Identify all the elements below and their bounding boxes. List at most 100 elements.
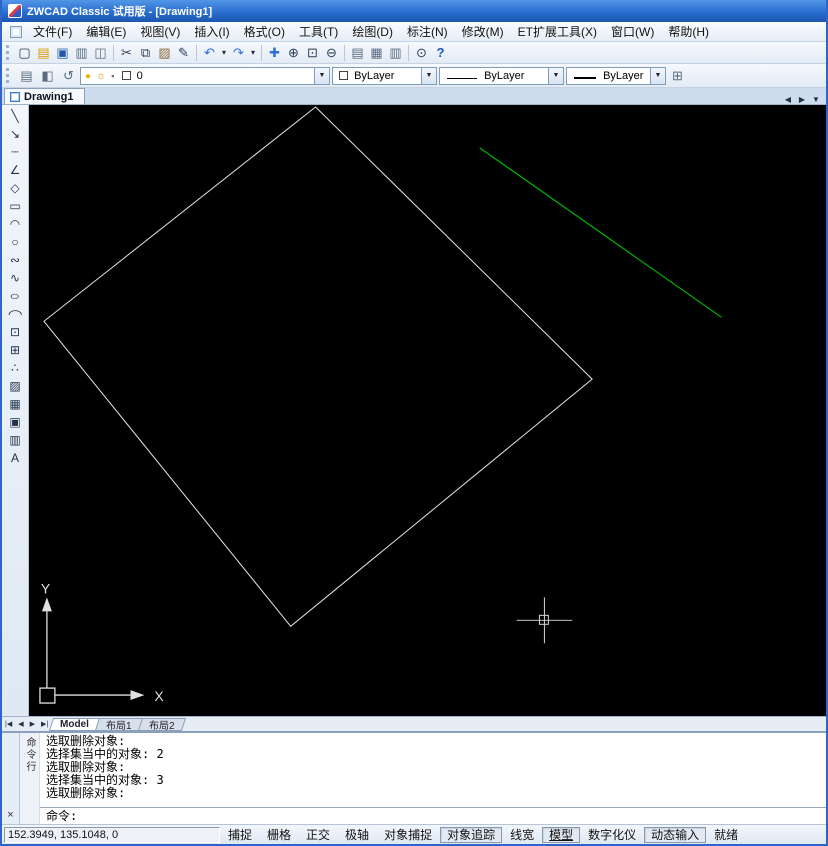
menu-item[interactable]: 编辑(E) (79, 21, 133, 42)
ellipse-arc-icon[interactable]: ◠ (3, 305, 27, 323)
layer-dropdown-icon[interactable]: ▼ (314, 68, 329, 84)
zoom-realtime-icon[interactable]: ⊕ (284, 44, 303, 62)
menu-item[interactable]: 工具(T) (292, 21, 345, 42)
polygon-icon[interactable]: ◇ (3, 179, 27, 197)
help-icon[interactable]: ? (431, 44, 450, 62)
lineweight-dropdown-icon[interactable]: ▼ (650, 68, 665, 84)
prev-tab-button[interactable]: ◀ (15, 720, 26, 728)
color-dropdown-icon[interactable]: ▼ (421, 68, 436, 84)
menu-item[interactable]: 绘图(D) (345, 21, 400, 42)
undo-icon[interactable]: ↶ (200, 44, 219, 62)
undo-dropdown-icon[interactable]: ▾ (219, 44, 229, 62)
polar-toggle[interactable]: 极轴 (338, 827, 376, 843)
mtext-icon[interactable]: A (3, 449, 27, 467)
table-icon[interactable]: ▥ (3, 431, 27, 449)
ortho-toggle[interactable]: 正交 (299, 827, 337, 843)
square-entity[interactable] (44, 107, 592, 626)
arc-icon[interactable]: ◠ (3, 215, 27, 233)
design-center-icon[interactable]: ▦ (367, 44, 386, 62)
color-combo[interactable]: ByLayer ▼ (332, 67, 437, 85)
hatch-icon[interactable]: ▨ (3, 377, 27, 395)
copy-icon[interactable]: ⧉ (136, 44, 155, 62)
region-icon[interactable]: ▣ (3, 413, 27, 431)
document-icon[interactable] (10, 26, 22, 38)
menu-item[interactable]: 插入(I) (187, 21, 236, 42)
toolbar-grip[interactable] (6, 68, 10, 83)
open-icon[interactable]: ▤ (34, 44, 53, 62)
layer-combo[interactable]: ● ☼ ▪ 0 ▼ (80, 67, 330, 85)
first-tab-button[interactable]: |◀ (2, 720, 15, 728)
osnap-toggle[interactable]: 对象捕捉 (377, 827, 439, 843)
redo-dropdown-icon[interactable]: ▾ (248, 44, 258, 62)
menu-item[interactable]: ET扩展工具(X) (511, 21, 604, 42)
zoom-previous-icon[interactable]: ⊖ (322, 44, 341, 62)
find-icon[interactable]: ⊙ (412, 44, 431, 62)
print-preview-icon[interactable]: ◫ (91, 44, 110, 62)
tab-scroll-right-icon[interactable]: ▶ (796, 95, 808, 104)
tab-layout1[interactable]: 布局1 (95, 718, 143, 731)
insert-block-icon[interactable]: ⊡ (3, 323, 27, 341)
xline-icon[interactable]: ┄ (3, 143, 27, 161)
cut-icon[interactable]: ✂ (117, 44, 136, 62)
redo-icon[interactable]: ↷ (229, 44, 248, 62)
menu-item[interactable]: 修改(M) (455, 21, 511, 42)
drawing-tab-label: Drawing1 (24, 91, 74, 103)
grid-toggle[interactable]: 栅格 (260, 827, 298, 843)
menu-item[interactable]: 视图(V) (133, 21, 187, 42)
green-line-entity[interactable] (480, 148, 722, 317)
linetype-dropdown-icon[interactable]: ▼ (548, 68, 563, 84)
command-window[interactable]: × 命令行 选取删除对象: 选择集当中的对象: 2 选取删除对象: 选择集当中的… (2, 731, 826, 824)
drawing-canvas[interactable]: X Y (29, 105, 826, 716)
command-prompt[interactable]: 命令: (40, 807, 826, 824)
spline-icon[interactable]: ∿ (3, 269, 27, 287)
print-icon[interactable]: ▥ (72, 44, 91, 62)
properties-palette-icon[interactable]: ▤ (348, 44, 367, 62)
tab-model[interactable]: Model (49, 718, 100, 731)
snap-toggle[interactable]: 捕捉 (221, 827, 259, 843)
make-layer-current-icon[interactable]: ◧ (38, 67, 57, 85)
menu-item[interactable]: 窗口(W) (604, 21, 661, 42)
toolbar-grip[interactable] (6, 45, 10, 60)
pan-icon[interactable]: ✚ (265, 44, 284, 62)
line-icon[interactable]: ╲ (3, 107, 27, 125)
paste-icon[interactable]: ▨ (155, 44, 174, 62)
tool-palettes-icon[interactable]: ▥ (386, 44, 405, 62)
revcloud-icon[interactable]: ∾ (3, 251, 27, 269)
menu-item[interactable]: 帮助(H) (661, 21, 716, 42)
match-properties-icon[interactable]: ✎ (174, 44, 193, 62)
gradient-icon[interactable]: ▦ (3, 395, 27, 413)
object-properties-icon[interactable]: ⊞ (668, 67, 687, 85)
digitizer-toggle[interactable]: 数字化仪 (581, 827, 643, 843)
model-toggle[interactable]: 模型 (542, 827, 580, 843)
menu-item[interactable]: 文件(F) (26, 21, 79, 42)
layer-properties-icon[interactable]: ▤ (17, 67, 36, 85)
ucs-icon: X Y (40, 580, 164, 704)
new-icon[interactable]: ▢ (15, 44, 34, 62)
ray-icon[interactable]: ↘ (3, 125, 27, 143)
dyninput-toggle[interactable]: 动态输入 (644, 827, 706, 843)
otrack-toggle[interactable]: 对象追踪 (440, 827, 502, 843)
lineweight-toggle[interactable]: 线宽 (503, 827, 541, 843)
point-icon[interactable]: ∴ (3, 359, 27, 377)
command-history[interactable]: 选取删除对象: 选择集当中的对象: 2 选取删除对象: 选择集当中的对象: 3 … (40, 733, 826, 807)
tab-menu-icon[interactable]: ▼ (810, 95, 822, 104)
titlebar: ZWCAD Classic 试用版 - [Drawing1] (2, 0, 826, 22)
ellipse-icon[interactable]: ○ (3, 287, 27, 305)
rectangle-icon[interactable]: ▭ (3, 197, 27, 215)
zoom-window-icon[interactable]: ⊡ (303, 44, 322, 62)
layer-previous-icon[interactable]: ↺ (59, 67, 78, 85)
tab-scroll-left-icon[interactable]: ◀ (782, 95, 794, 104)
circle-icon[interactable]: ○ (3, 233, 27, 251)
tab-drawing1[interactable]: Drawing1 (4, 88, 85, 104)
linetype-combo[interactable]: ByLayer ▼ (439, 67, 564, 85)
next-tab-button[interactable]: ▶ (27, 720, 38, 728)
tab-layout2[interactable]: 布局2 (138, 718, 186, 731)
lineweight-combo[interactable]: ByLayer ▼ (566, 67, 666, 85)
menu-item[interactable]: 格式(O) (237, 21, 292, 42)
make-block-icon[interactable]: ⊞ (3, 341, 27, 359)
menu-item[interactable]: 标注(N) (400, 21, 455, 42)
polyline-icon[interactable]: ∠ (3, 161, 27, 179)
command-close-button[interactable]: × (4, 808, 18, 822)
save-icon[interactable]: ▣ (53, 44, 72, 62)
toolbar-separator (196, 45, 197, 61)
